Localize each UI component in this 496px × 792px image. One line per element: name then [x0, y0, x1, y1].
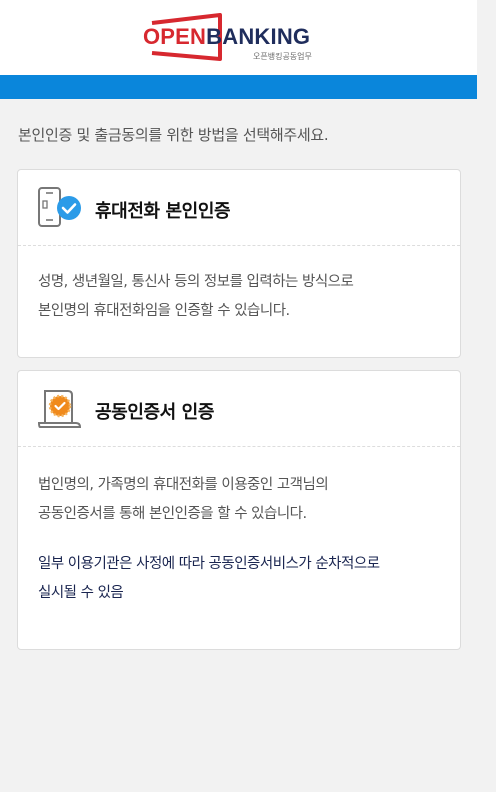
certificate-icon — [37, 390, 82, 428]
card-header: 공동인증서 인증 — [18, 371, 460, 447]
option-card-phone[interactable]: 휴대전화 본인인증 성명, 생년월일, 통신사 등의 정보를 입력하는 방식으로… — [17, 169, 461, 358]
logo-wordmark: OPENBANKING — [143, 24, 310, 50]
card-description-line: 공동인증서를 통해 본인인증을 할 수 있습니다. — [38, 506, 307, 522]
card-description-line: 법인명의, 가족명의 휴대전화를 이용중인 고객님의 — [38, 477, 329, 493]
card-title: 공동인증서 인증 — [95, 402, 214, 423]
card-description-line: 성명, 생년월일, 통신사 등의 정보를 입력하는 방식으로 — [38, 274, 354, 290]
phone-check-icon — [38, 187, 81, 227]
card-header: 휴대전화 본인인증 — [18, 170, 460, 246]
logo-banking: BANKING — [206, 24, 311, 49]
logo-open: OPEN — [143, 24, 207, 49]
card-notice: 일부 이용기관은 사정에 따라 공동인증서비스가 순차적으로 실시될 수 있음 — [38, 550, 448, 608]
intro-text: 본인인증 및 출금동의를 위한 방법을 선택해주세요. — [18, 126, 329, 144]
card-body: 법인명의, 가족명의 휴대전화를 이용중인 고객님의 공동인증서를 통해 본인인… — [38, 471, 448, 608]
header: OPENBANKING 오픈뱅킹공동업무 — [0, 0, 477, 75]
card-body: 성명, 생년월일, 통신사 등의 정보를 입력하는 방식으로 본인명의 휴대전화… — [38, 268, 448, 326]
logo-subtitle: 오픈뱅킹공동업무 — [253, 52, 312, 61]
openbanking-logo[interactable]: OPENBANKING 오픈뱅킹공동업무 — [143, 10, 333, 66]
card-description-line: 본인명의 휴대전화임을 인증할 수 있습니다. — [38, 303, 290, 319]
notice-line: 일부 이용기관은 사정에 따라 공동인증서비스가 순차적으로 — [38, 556, 380, 572]
card-title: 휴대전화 본인인증 — [95, 201, 231, 222]
option-card-certificate[interactable]: 공동인증서 인증 법인명의, 가족명의 휴대전화를 이용중인 고객님의 공동인증… — [17, 370, 461, 650]
notice-line: 실시될 수 있음 — [38, 585, 124, 601]
header-accent-bar — [0, 75, 477, 99]
